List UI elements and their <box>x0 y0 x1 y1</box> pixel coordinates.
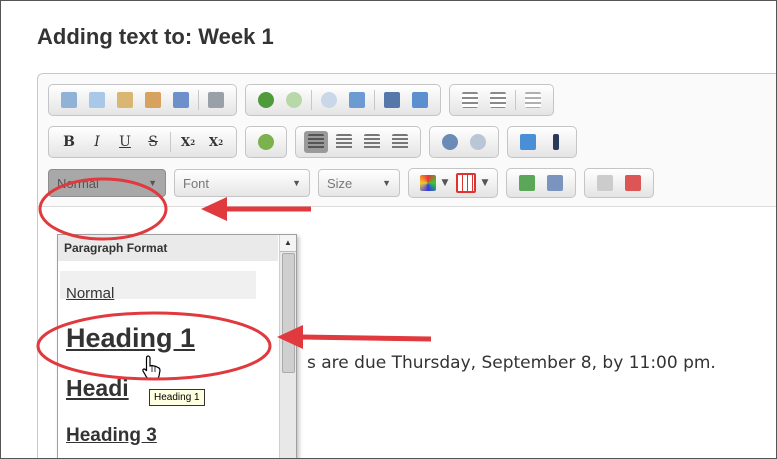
subscript-button-label: X <box>180 135 191 149</box>
undo-icon[interactable] <box>254 89 278 111</box>
format-option-normal[interactable]: Normal <box>60 271 256 302</box>
chevron-down-icon: ▼ <box>148 178 157 188</box>
subscript-mark: 2 <box>190 137 196 147</box>
format-option-heading-2[interactable]: Headi <box>66 375 129 402</box>
justify-icon[interactable] <box>388 131 412 153</box>
toolbar-group-colors: ▼ ▼ <box>408 168 498 198</box>
align-center-icon[interactable] <box>332 131 356 153</box>
toolbar-group-links <box>429 126 499 158</box>
format-select-value: Normal <box>57 175 99 191</box>
strikethrough-button[interactable]: S <box>141 131 165 153</box>
toolbar-group-spell <box>245 126 287 158</box>
dropdown-scrollbar[interactable]: ▲ <box>279 235 296 458</box>
outdent-icon[interactable] <box>521 89 545 111</box>
show-blocks-icon[interactable] <box>543 172 567 194</box>
toolbar-group-clipboard <box>48 84 237 116</box>
superscript-button[interactable]: X2 <box>204 131 228 153</box>
window-frame: Adding text to: Week 1 B I U S X 2 X 2 N… <box>0 0 777 459</box>
template-icon[interactable] <box>593 172 617 194</box>
print-icon[interactable] <box>204 89 228 111</box>
font-select[interactable]: Font ▼ <box>174 169 310 197</box>
bold-button[interactable]: B <box>57 131 81 153</box>
format-select[interactable]: Normal ▼ <box>48 169 166 197</box>
toolbar-group-view <box>506 168 576 198</box>
insert-image-icon[interactable] <box>516 131 540 153</box>
size-select[interactable]: Size ▼ <box>318 169 400 197</box>
paste-text-icon[interactable] <box>141 89 165 111</box>
toolbar-row-1 <box>48 84 554 116</box>
toolbar-group-misc <box>584 168 654 198</box>
paste-word-icon[interactable] <box>169 89 193 111</box>
toolbar-group-basic-styles: B I U S X2 X2 <box>48 126 237 158</box>
separator <box>311 90 312 110</box>
scroll-up-arrow-icon[interactable]: ▲ <box>280 235 296 252</box>
separator <box>515 90 516 110</box>
cut-icon[interactable] <box>57 89 81 111</box>
table-icon[interactable]: ▼ <box>455 172 489 194</box>
paste-icon[interactable] <box>113 89 137 111</box>
chevron-down-icon: ▼ <box>292 178 301 188</box>
format-option-heading-3[interactable]: Heading 3 <box>66 425 157 447</box>
underline-button[interactable]: U <box>113 131 137 153</box>
italic-button[interactable]: I <box>85 131 109 153</box>
separator <box>374 90 375 110</box>
toolbar-group-insert <box>507 126 577 158</box>
paragraph-format-dropdown: Paragraph Format ▲ Normal Heading 1 Head… <box>57 234 297 458</box>
content-text: s are due Thursday, September 8, by 11:0… <box>307 353 716 373</box>
toolbar-row-2: B I U S X2 X2 <box>48 126 577 158</box>
anchor-icon[interactable] <box>544 131 568 153</box>
toolbar-group-undo <box>245 84 441 116</box>
link-icon[interactable] <box>438 131 462 153</box>
spellcheck-icon[interactable] <box>254 131 278 153</box>
hand-cursor-icon <box>142 355 161 381</box>
size-select-value: Size <box>327 175 353 191</box>
superscript-mark: 2 <box>218 137 224 147</box>
toolbar-row-3: Normal ▼ Font ▼ Size ▼ ▼ ▼ <box>48 168 654 198</box>
separator <box>198 90 199 110</box>
image-icon[interactable] <box>408 89 432 111</box>
redo-icon[interactable] <box>282 89 306 111</box>
toolbar-group-lists <box>449 84 554 116</box>
copy-icon[interactable] <box>85 89 109 111</box>
tooltip: Heading 1 <box>149 389 205 406</box>
separator <box>170 132 171 152</box>
toolbar-group-align <box>295 126 421 158</box>
select-all-icon[interactable] <box>380 89 404 111</box>
text-color-icon[interactable]: ▼ <box>417 172 451 194</box>
font-select-value: Font <box>183 175 210 191</box>
chevron-down-icon: ▼ <box>382 178 391 188</box>
unlink-icon[interactable] <box>466 131 490 153</box>
page-title: Adding text to: Week 1 <box>37 24 274 49</box>
scroll-thumb[interactable] <box>282 253 295 373</box>
numbered-list-icon[interactable] <box>458 89 482 111</box>
align-right-icon[interactable] <box>360 131 384 153</box>
subscript-button[interactable]: X2 <box>176 131 200 153</box>
source-icon[interactable] <box>621 172 645 194</box>
align-left-icon[interactable] <box>304 131 328 153</box>
superscript-button-label: X <box>208 135 219 149</box>
replace-icon[interactable] <box>345 89 369 111</box>
maximize-icon[interactable] <box>515 172 539 194</box>
format-option-heading-1[interactable]: Heading 1 <box>66 323 195 354</box>
dropdown-header: Paragraph Format <box>58 235 278 261</box>
bulleted-list-icon[interactable] <box>486 89 510 111</box>
find-icon[interactable] <box>317 89 341 111</box>
